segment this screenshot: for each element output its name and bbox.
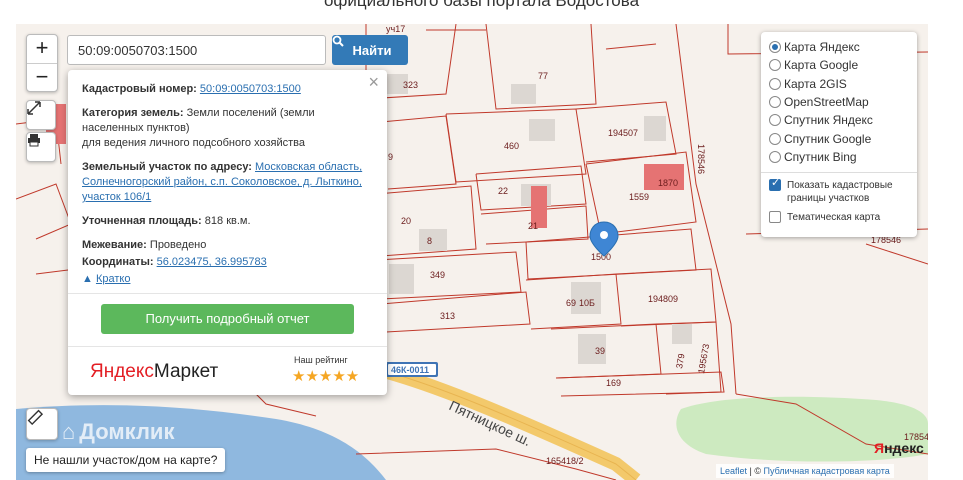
zoom-out-button[interactable]: − [27, 63, 57, 91]
layer-switcher: Карта Яндекс Карта Google Карта 2GIS OpenSt… [761, 32, 917, 237]
ruler-button[interactable] [26, 408, 58, 440]
collapse-label: Кратко [95, 273, 131, 285]
checkbox-checked[interactable] [769, 177, 781, 192]
layer-radio[interactable] [769, 41, 781, 54]
search-button[interactable]: Найти [332, 35, 408, 65]
land-category-row: Категория земель: Земли поселений (земли… [82, 106, 373, 151]
parcel-label: 1870 [658, 178, 678, 188]
address-row: Земельный участок по адресу: Московская … [82, 160, 373, 205]
parcel-label: 10Б [579, 298, 595, 308]
area-value: 818 кв.м. [204, 215, 251, 227]
survey-row: Межевание: Проведено [82, 238, 373, 253]
survey-label: Межевание: [82, 239, 147, 251]
layer-option[interactable]: Карта 2GIS [769, 75, 909, 93]
layer-option[interactable]: Спутник Google [769, 129, 909, 147]
rating-label: Наш рейтинг [294, 355, 348, 365]
yandex-market-logo: ЯндексМаркет [90, 361, 219, 382]
rating-stars: ★★★★★ [292, 368, 360, 385]
search-button-label: Найти [352, 42, 392, 58]
address-label: Земельный участок по адресу: [82, 161, 252, 173]
parcel-label: 178546 [696, 144, 706, 174]
layer-option[interactable]: Карта Яндекс [769, 38, 909, 56]
layer-option-label: OpenStreetMap [784, 95, 869, 110]
cadastral-number-link[interactable]: 50:09:0050703:1500 [200, 83, 301, 95]
fullscreen-button[interactable] [26, 100, 56, 130]
road-badge: 46К-0011 [386, 362, 438, 377]
parcel-label: 1559 [629, 192, 649, 202]
map-view[interactable]: 323 77 460 194507 178546 22 1870 1559 20… [16, 24, 928, 480]
layer-radio[interactable] [769, 150, 781, 163]
parcel-label: 21 [528, 221, 538, 231]
land-category-label: Категория земель: [82, 107, 184, 119]
parcel-label: 20 [401, 216, 411, 226]
layer-option-label: Карта Яндекс [784, 40, 860, 55]
parcel-label: 194507 [608, 128, 638, 138]
layer-radio[interactable] [769, 114, 781, 127]
layer-radio[interactable] [769, 132, 781, 145]
coordinates-label: Координаты: [82, 256, 154, 268]
parcel-label: 194809 [648, 294, 678, 304]
map-attribution: Leaflet | © Публичная кадастровая карта [716, 464, 894, 478]
house-icon: ⌂ [62, 419, 76, 444]
layer-radio[interactable] [769, 77, 781, 90]
layer-option-label: Карта Google [784, 58, 859, 73]
location-pin-icon[interactable] [589, 221, 619, 257]
close-icon[interactable]: × [368, 72, 379, 93]
show-borders-label: Показать кадастровые границы участков [787, 180, 893, 205]
cadastral-number-row: Кадастровый номер: 50:09:0050703:1500 [82, 82, 373, 97]
collapse-link[interactable]: ▲ Кратко [82, 273, 373, 285]
parcel-label: 77 [538, 71, 548, 81]
area-row: Уточненная площадь: 818 кв.м. [82, 214, 373, 229]
parcel-label: 69 [566, 298, 576, 308]
parcel-label: 9 [388, 152, 393, 162]
layer-option-label: Спутник Google [784, 131, 872, 146]
yandex-logo: Яндекс [874, 440, 924, 456]
print-button[interactable] [26, 132, 56, 162]
parcel-label: уч17 [386, 24, 405, 34]
leaflet-link[interactable]: Leaflet [720, 466, 747, 476]
coordinates-link[interactable]: 56.023475, 36.995783 [157, 256, 267, 268]
layer-option[interactable]: Карта Google [769, 56, 909, 74]
parcel-label: 379 [674, 353, 686, 370]
area-label: Уточненная площадь: [82, 215, 202, 227]
parcel-label: 195673 [696, 343, 711, 374]
layer-option[interactable]: Спутник Яндекс [769, 111, 909, 129]
parcel-label: 323 [403, 80, 418, 90]
domclick-watermark: ⌂ Домклик [62, 419, 175, 444]
svg-text:46К-0011: 46К-0011 [391, 365, 429, 375]
land-usage-value: для ведения личного подсобного хозяйства [82, 137, 305, 149]
not-found-button[interactable]: Не нашли участок/дом на карте? [26, 448, 226, 472]
layer-option[interactable]: OpenStreetMap [769, 93, 909, 111]
layer-radio[interactable] [769, 96, 781, 109]
parcel-label: 165418/2 [546, 456, 584, 466]
layer-option-label: Карта 2GIS [784, 76, 847, 91]
triangle-up-icon: ▲ [82, 273, 93, 285]
thematic-map-label: Тематическая карта [787, 212, 881, 224]
survey-value: Проведено [149, 239, 207, 251]
coordinates-row: Координаты: 56.023475, 36.995783 [82, 255, 373, 270]
layer-option-label: Спутник Яндекс [784, 113, 873, 128]
checkbox-unchecked[interactable] [769, 211, 781, 224]
layer-radio[interactable] [769, 59, 781, 72]
parcel-label: 8 [427, 236, 432, 246]
yandex-market-banner[interactable]: ЯндексМаркет Наш рейтинг ★★★★★ [82, 355, 373, 395]
parcel-info-popup: × Кадастровый номер: 50:09:0050703:1500 … [68, 70, 387, 395]
zoom-in-button[interactable]: + [27, 35, 57, 63]
get-report-button[interactable]: Получить подробный отчет [101, 304, 354, 334]
cadastral-search-input[interactable] [67, 35, 326, 65]
show-borders-checkbox[interactable]: Показать кадастровые границы участков [769, 177, 909, 205]
cadastral-map-link[interactable]: Публичная кадастровая карта [764, 466, 890, 476]
cadastral-number-label: Кадастровый номер: [82, 83, 197, 95]
parcel-label: 313 [440, 311, 455, 321]
layer-option-label: Спутник Bing [784, 149, 857, 164]
zoom-control: + − [26, 34, 58, 92]
page-title: официального базы портала Водостова [323, 0, 640, 10]
parcel-label: 39 [595, 346, 605, 356]
thematic-map-checkbox[interactable]: Тематическая карта [769, 211, 909, 224]
parcel-label: 460 [504, 141, 519, 151]
layer-option[interactable]: Спутник Bing [769, 148, 909, 166]
parcel-label: 169 [606, 378, 621, 388]
parcel-label: 22 [498, 186, 508, 196]
parcel-label: 349 [430, 270, 445, 280]
